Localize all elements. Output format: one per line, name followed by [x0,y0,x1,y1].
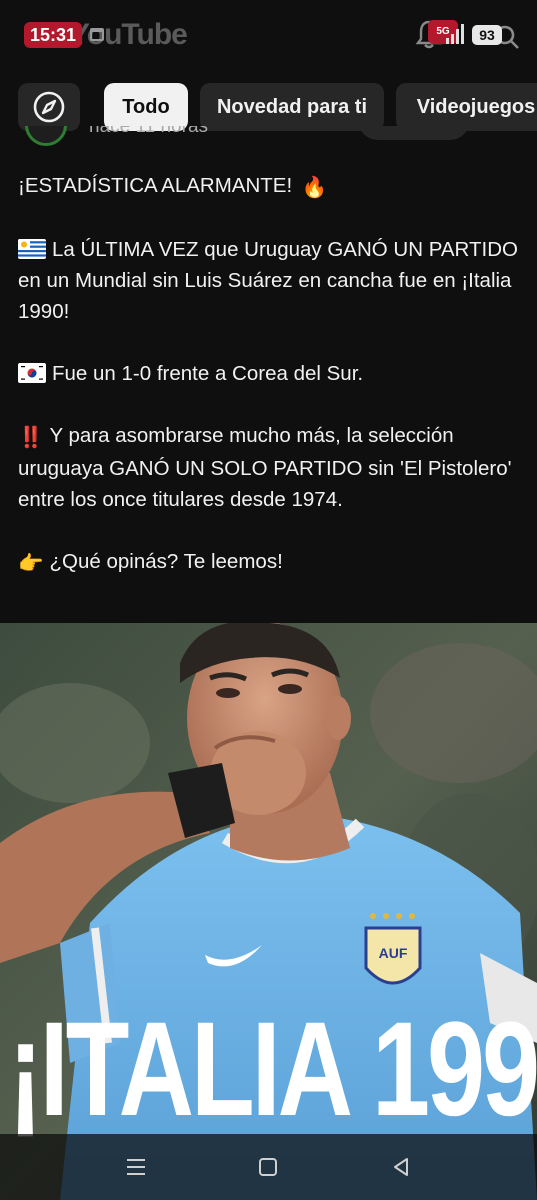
stat-2-text: Fue un 1-0 frente a Corea del Sur. [52,362,364,385]
crest-text: AUF [379,945,408,961]
stat-1-text: La ÚLTIMA VEZ que Uruguay GANÓ UN PARTID… [18,238,518,323]
status-bar: YouTube 15:31 5G 93 [0,0,537,66]
stat-3-text: Y para asombrarse mucho más, la selecció… [18,424,512,511]
post-paragraph-3: ‼️ Y para asombrarse mucho más, la selecc… [18,420,518,515]
fire-icon: 🔥 [301,175,328,199]
calendar-icon [90,28,104,41]
double-exclamation-icon: ‼️ [18,425,44,449]
post-paragraph-1: La ÚLTIMA VEZ que Uruguay GANÓ UN PARTID… [18,234,518,327]
system-navigation-bar [0,1134,537,1200]
status-time: 15:31 [24,22,83,48]
image-overlay-title: ¡ITALIA 1990! [8,995,537,1144]
channel-avatar[interactable] [25,126,67,146]
compass-icon [33,91,65,123]
subscribe-button[interactable] [358,126,470,140]
post-paragraph-4: 👉 ¿Qué opinás? Te leemos! [18,546,518,579]
south-korea-flag-icon [18,363,46,383]
explore-button[interactable] [18,83,80,131]
post-text: ¡ESTADÍSTICA ALARMANTE! 🔥 La ÚLTIMA VEZ … [18,170,518,610]
chip-videojuegos[interactable]: Videojuegos [396,83,537,131]
menu-icon[interactable] [123,1154,149,1180]
youtube-logo[interactable]: YouTube [70,18,188,52]
youtube-app-screen: YouTube 15:31 5G 93 Todo Novedad para ti… [0,0,537,1200]
post-header: hace 11 horas [0,126,537,150]
uruguay-flag-icon [18,239,46,259]
back-triangle-icon[interactable] [388,1154,414,1180]
post-headline: ¡ESTADÍSTICA ALARMANTE! 🔥 [18,170,518,203]
chip-novedad-para-ti[interactable]: Novedad para ti [200,83,384,131]
post-time: hace 11 horas [89,126,209,137]
headline-text: ¡ESTADÍSTICA ALARMANTE! [18,174,293,197]
signal-icon [446,24,464,44]
chip-todo[interactable]: Todo [104,83,188,131]
square-icon[interactable] [255,1154,281,1180]
question-text: ¿Qué opinás? Te leemos! [49,550,283,573]
battery-indicator: 93 [472,25,502,45]
pointing-hand-icon: 👉 [18,551,44,575]
post-paragraph-2: Fue un 1-0 frente a Corea del Sur. [18,358,518,389]
